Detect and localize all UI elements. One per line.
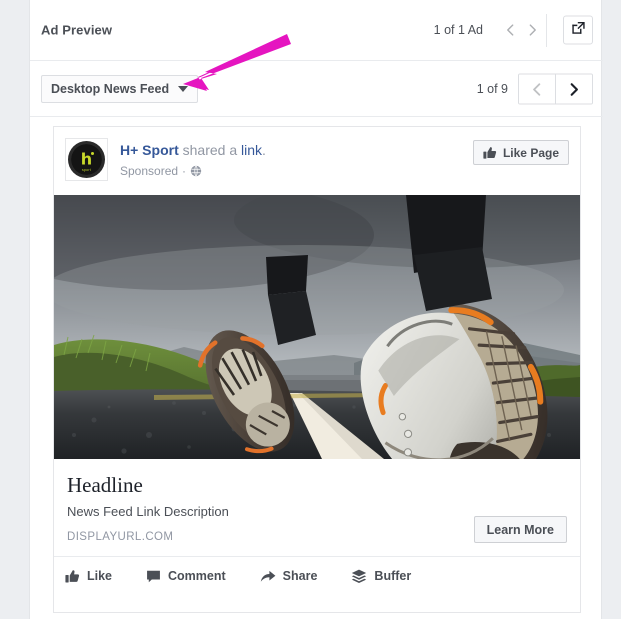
byline-period: .	[262, 142, 266, 158]
sponsored-label: Sponsored	[120, 164, 179, 178]
screenshot-root: Ad Preview 1 of 1 Ad Desktop News Feed 1…	[0, 0, 621, 619]
external-link-icon	[571, 20, 586, 40]
globe-icon	[190, 165, 202, 177]
link-headline[interactable]: Headline	[67, 473, 567, 498]
external-link-button[interactable]	[563, 15, 593, 45]
page-name-link[interactable]: H+ Sport	[120, 142, 179, 158]
page-count-label: 1 of 9	[476, 82, 508, 96]
ad-preview-panel: Ad Preview 1 of 1 Ad Desktop News Feed 1…	[29, 0, 603, 619]
ad-count-label: 1 of 1 Ad	[433, 23, 483, 37]
thumbs-up-icon	[483, 146, 497, 160]
like-page-button[interactable]: Like Page	[472, 140, 569, 165]
pager-next-button[interactable]	[555, 74, 592, 104]
preview-header: Ad Preview 1 of 1 Ad	[30, 0, 603, 61]
comment-label: Comment	[168, 569, 226, 583]
placement-pager[interactable]	[518, 73, 593, 105]
placement-dropdown[interactable]: Desktop News Feed	[41, 75, 199, 103]
shared-text: shared a	[178, 142, 241, 158]
avatar[interactable]: h sport	[65, 138, 108, 181]
like-button[interactable]: Like	[65, 569, 112, 584]
comment-icon	[146, 569, 161, 584]
comment-button[interactable]: Comment	[146, 569, 226, 584]
chevron-down-icon	[178, 86, 189, 92]
ad-nav-arrows[interactable]	[504, 24, 539, 37]
chevron-right-icon	[567, 82, 581, 96]
post-action-bar: Like Comment Share Buffer	[54, 557, 580, 595]
post-byline: H+ Sport shared a link.	[120, 142, 266, 159]
share-label: Share	[282, 569, 318, 583]
avatar-logo-dot	[90, 151, 94, 155]
like-page-label: Like Page	[502, 145, 559, 160]
chevron-right-icon[interactable]	[526, 24, 539, 37]
buffer-stack-icon	[351, 569, 367, 584]
page-title: Ad Preview	[41, 22, 113, 38]
buffer-button[interactable]: Buffer	[351, 569, 411, 584]
thumbs-up-icon	[65, 569, 80, 584]
share-arrow-icon	[260, 569, 276, 584]
post-header: h sport H+ Sport shared a link. Sponsore…	[54, 127, 580, 195]
ad-post-card: h sport H+ Sport shared a link. Sponsore…	[53, 126, 581, 613]
link-word[interactable]: link	[241, 142, 262, 158]
learn-more-button[interactable]: Learn More	[473, 516, 567, 543]
like-label: Like	[87, 569, 113, 583]
avatar-logo-subtext: sport	[81, 168, 92, 172]
page-avatar-icon: h sport	[68, 141, 105, 178]
meta-separator: ·	[182, 164, 187, 178]
buffer-label: Buffer	[374, 569, 412, 583]
post-meta: Sponsored ·	[120, 163, 202, 179]
placement-dropdown-label: Desktop News Feed	[51, 82, 170, 96]
running-shoes-photo	[54, 195, 580, 459]
chevron-left-icon	[530, 82, 544, 96]
share-button[interactable]: Share	[260, 569, 318, 584]
ad-image[interactable]	[54, 195, 580, 459]
placement-selector-row: Desktop News Feed 1 of 9	[30, 61, 603, 117]
link-attachment[interactable]: Headline News Feed Link Description DISP…	[54, 459, 580, 557]
header-divider	[546, 14, 547, 47]
learn-more-label: Learn More	[486, 522, 554, 537]
pager-prev-button[interactable]	[519, 74, 555, 104]
chevron-left-icon[interactable]	[504, 24, 517, 37]
